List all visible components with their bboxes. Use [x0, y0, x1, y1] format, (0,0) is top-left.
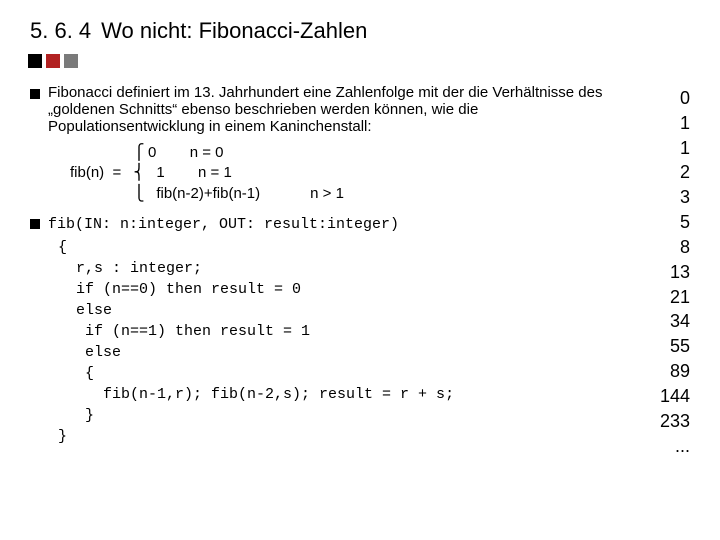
- fibonacci-sequence: 0 1 1 2 3 5 8 13 21 34 55 89 144 233 ...: [634, 84, 690, 458]
- seq-item: 89: [634, 359, 690, 384]
- seq-item: 2: [634, 160, 690, 185]
- seq-item: 21: [634, 285, 690, 310]
- code-block: { r,s : integer; if (n==0) then result =…: [58, 237, 622, 447]
- bullet-marker: [30, 219, 40, 229]
- intro-text: Fibonacci definiert im 13. Jahrhundert e…: [48, 84, 622, 135]
- decorative-squares: [28, 54, 690, 68]
- seq-item: 1: [634, 136, 690, 161]
- seq-item: 3: [634, 185, 690, 210]
- seq-item: 233: [634, 409, 690, 434]
- page-title: Wo nicht: Fibonacci-Zahlen: [101, 18, 367, 44]
- seq-item: 144: [634, 384, 690, 409]
- seq-item: 34: [634, 309, 690, 334]
- seq-item: 1: [634, 111, 690, 136]
- seq-item: 55: [634, 334, 690, 359]
- seq-item: 5: [634, 210, 690, 235]
- piecewise-definition: ⎧ 0 n = 0 fib(n) = ⎨ 1 n = 1 ⎩ fib(n-2)+…: [70, 143, 622, 204]
- seq-item: ...: [634, 434, 690, 459]
- code-signature: fib(IN: n:integer, OUT: result:integer): [48, 214, 399, 235]
- seq-item: 0: [634, 86, 690, 111]
- seq-item: 8: [634, 235, 690, 260]
- bullet-marker: [30, 89, 40, 99]
- seq-item: 13: [634, 260, 690, 285]
- section-number: 5. 6. 4: [30, 18, 91, 44]
